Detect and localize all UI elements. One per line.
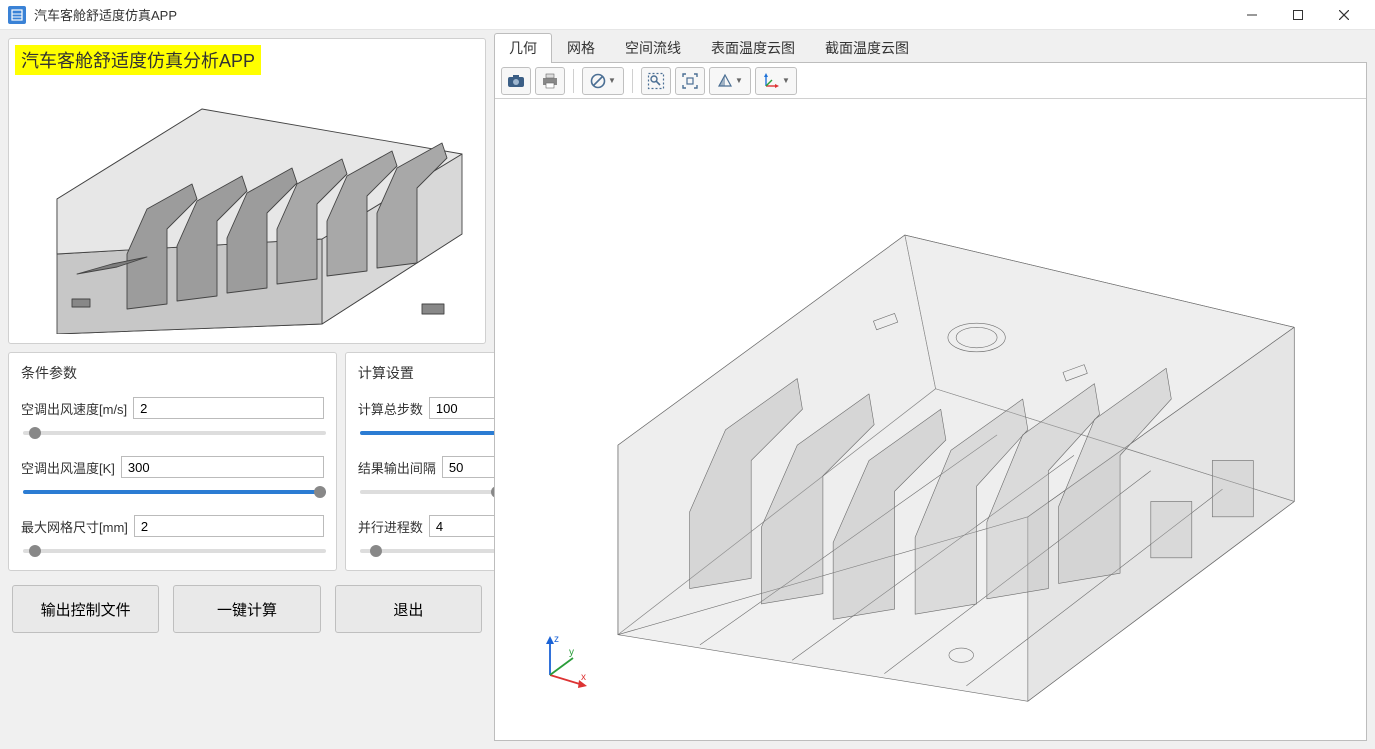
params-row: 条件参数 空调出风速度[m/s] 空调出风温度[K]: [8, 352, 486, 571]
app-icon: [8, 6, 26, 24]
tab-section-temp[interactable]: 截面温度云图: [810, 33, 924, 62]
mesh-size-slider[interactable]: [23, 549, 326, 553]
zoom-box-icon: [647, 72, 665, 90]
tab-mesh[interactable]: 网格: [552, 33, 610, 62]
wind-temp-label: 空调出风温度[K]: [21, 458, 115, 477]
action-buttons: 输出控制文件 一键计算 退出: [8, 579, 486, 639]
workspace: 汽车客舱舒适度仿真分析APP: [0, 30, 1375, 749]
fit-extents-icon: [681, 72, 699, 90]
print-button[interactable]: [535, 67, 565, 95]
preview-panel: 汽车客舱舒适度仿真分析APP: [8, 38, 486, 344]
conditions-legend: 条件参数: [21, 363, 324, 383]
viewer-toolbar: ▼ ▼: [495, 63, 1366, 99]
wind-speed-slider[interactable]: [23, 431, 326, 435]
total-steps-label: 计算总步数: [358, 399, 423, 418]
titlebar: 汽车客舱舒适度仿真APP: [0, 0, 1375, 30]
tab-surface-temp[interactable]: 表面温度云图: [696, 33, 810, 62]
output-control-button[interactable]: 输出控制文件: [12, 585, 159, 633]
display-mode-button[interactable]: ▼: [582, 67, 624, 95]
viewer-tabs: 几何 网格 空间流线 表面温度云图 截面温度云图: [494, 38, 1367, 62]
preview-3d-icon: [15, 79, 479, 334]
toolbar-separator: [573, 69, 574, 93]
mesh-size-input[interactable]: [134, 515, 324, 537]
viewer-frame: ▼ ▼: [494, 62, 1367, 741]
transparency-icon: [717, 73, 733, 89]
conditions-panel: 条件参数 空调出风速度[m/s] 空调出风温度[K]: [8, 352, 337, 571]
output-every-label: 结果输出间隔: [358, 458, 436, 477]
maximize-icon: [1293, 10, 1303, 20]
window-close-button[interactable]: [1321, 0, 1367, 30]
close-icon: [1339, 10, 1349, 20]
printer-icon: [541, 73, 559, 89]
exit-button[interactable]: 退出: [335, 585, 482, 633]
tab-geometry[interactable]: 几何: [494, 33, 552, 62]
parallel-procs-label: 并行进程数: [358, 517, 423, 536]
tab-streamlines[interactable]: 空间流线: [610, 33, 696, 62]
minimize-icon: [1247, 10, 1257, 20]
chevron-down-icon: ▼: [735, 76, 743, 85]
chevron-down-icon: ▼: [782, 76, 790, 85]
camera-icon: [507, 74, 525, 88]
snapshot-button[interactable]: [501, 67, 531, 95]
window-minimize-button[interactable]: [1229, 0, 1275, 30]
viewer-column: 几何 网格 空间流线 表面温度云图 截面温度云图 ▼: [494, 38, 1367, 741]
wind-temp-input[interactable]: [121, 456, 324, 478]
wind-speed-input[interactable]: [133, 397, 324, 419]
preview-title: 汽车客舱舒适度仿真分析APP: [15, 45, 261, 75]
left-column: 汽车客舱舒适度仿真分析APP: [8, 38, 486, 741]
geometry-wireframe-icon: [495, 99, 1366, 740]
wind-speed-label: 空调出风速度[m/s]: [21, 399, 127, 418]
axes-icon: [762, 72, 780, 90]
toolbar-separator: [632, 69, 633, 93]
wind-temp-slider[interactable]: [23, 490, 326, 494]
mesh-size-label: 最大网格尺寸[mm]: [21, 517, 128, 536]
zoom-fit-button[interactable]: [675, 67, 705, 95]
chevron-down-icon: ▼: [608, 76, 616, 85]
zoom-box-button[interactable]: [641, 67, 671, 95]
render-style-button[interactable]: ▼: [709, 67, 751, 95]
window-maximize-button[interactable]: [1275, 0, 1321, 30]
axes-orient-button[interactable]: ▼: [755, 67, 797, 95]
viewer-canvas[interactable]: z x y: [495, 99, 1366, 740]
run-button[interactable]: 一键计算: [173, 585, 320, 633]
no-entry-icon: [590, 73, 606, 89]
window-title: 汽车客舱舒适度仿真APP: [34, 5, 1229, 24]
